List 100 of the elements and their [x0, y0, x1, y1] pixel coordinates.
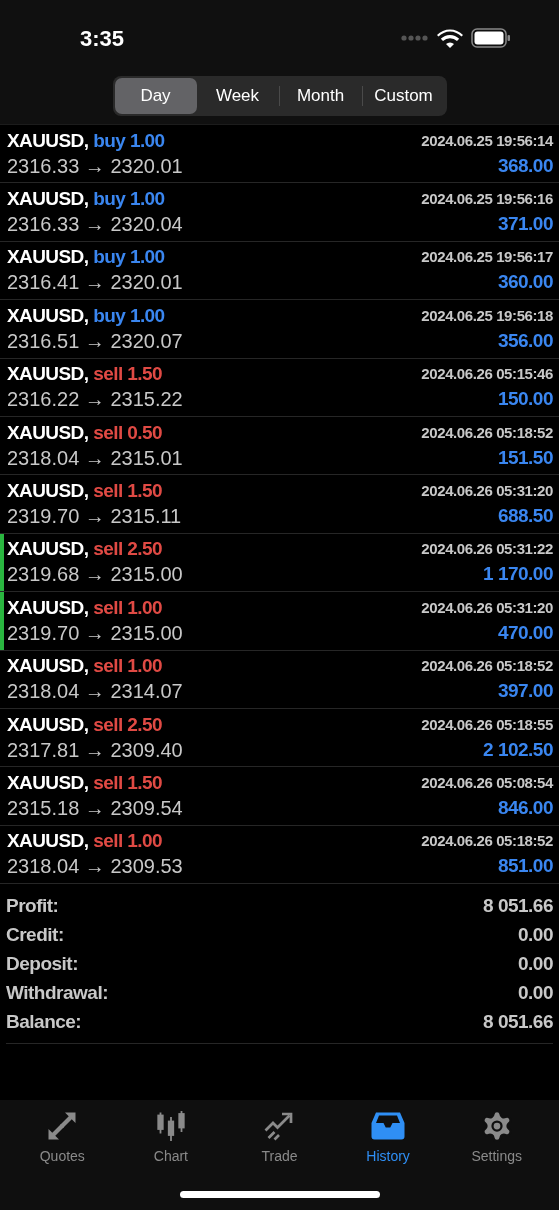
profit-value: 846.00: [497, 796, 553, 820]
deal-time: 2024.06.26 05:31:20: [421, 481, 553, 502]
deal-row[interactable]: XAUUSD, sell 1.50 2024.06.26 05:31:20 2319.70 → 2315.11 688.50: [4, 475, 559, 533]
summary-value: 0.00: [518, 981, 553, 1006]
profit-value: 688.50: [497, 504, 553, 529]
price-range: 2316.41 → 2320.01: [7, 270, 183, 296]
deal-side-label: sell 1.50: [93, 362, 162, 387]
price-range: 2316.33 → 2320.01: [7, 153, 183, 179]
status-time: 3:35: [80, 24, 125, 53]
deal-row[interactable]: XAUUSD, sell 2.50 2024.06.26 05:18:55 2317.81 → 2309.40 2 102.50: [4, 708, 559, 767]
profit-value: 851.00: [497, 854, 553, 879]
deal-time: 2024.06.26 05:18:52: [421, 656, 553, 677]
symbol-label: XAUUSD,: [7, 303, 89, 328]
summary-value: 8 051.66: [483, 894, 553, 919]
deal-row[interactable]: XAUUSD, sell 1.00 2024.06.26 05:18:52 2318.04 → 2309.53 851.00: [4, 825, 559, 884]
summary-value: 0.00: [518, 923, 553, 948]
summary-label: Credit:: [6, 923, 64, 948]
deal-side-label: sell 2.50: [93, 537, 162, 562]
summary-label: Withdrawal:: [6, 981, 108, 1006]
profit-value: 368.00: [497, 153, 553, 178]
deal-side-label: buy 1.00: [93, 128, 165, 153]
deal-side-label: buy 1.00: [93, 187, 165, 212]
deal-time: 2024.06.26 05:18:52: [421, 422, 553, 443]
tab-bar-item[interactable]: Trade: [234, 1108, 325, 1167]
price-range: 2317.81 → 2309.40: [7, 737, 183, 763]
deal-time: 2024.06.25 19:56:16: [421, 189, 553, 210]
price-range: 2319.68 → 2315.00: [7, 562, 183, 588]
profit-value: 356.00: [497, 328, 553, 353]
deal-side-label: sell 1.00: [93, 654, 162, 679]
deal-time: 2024.06.26 05:31:20: [421, 597, 553, 618]
profit-value: 150.00: [497, 387, 553, 412]
tab-bar-item[interactable]: Chart: [125, 1108, 216, 1167]
price-range: 2318.04 → 2315.01: [7, 445, 183, 471]
deal-row[interactable]: XAUUSD, sell 1.50 2024.06.26 05:15:46 2316.22 → 2315.22 150.00: [4, 358, 559, 416]
symbol-label: XAUUSD,: [7, 187, 89, 212]
deal-side-label: buy 1.00: [93, 303, 165, 328]
deal-row[interactable]: XAUUSD, sell 0.50 2024.06.26 05:18:52 2318.04 → 2315.01 151.50: [4, 416, 559, 475]
summary-label: Balance:: [6, 1010, 82, 1035]
deal-row[interactable]: XAUUSD, buy 1.00 2024.06.25 19:56:16 2316.33 → 2320.04 371.00: [4, 183, 559, 241]
profit-value: 360.00: [497, 270, 553, 295]
tab-bar-item[interactable]: Settings: [451, 1108, 542, 1167]
symbol-label: XAUUSD,: [7, 420, 89, 445]
symbol-label: XAUUSD,: [7, 595, 89, 620]
symbol-label: XAUUSD,: [7, 362, 89, 387]
deal-time: 2024.06.25 19:56:14: [421, 130, 553, 151]
symbol-label: XAUUSD,: [7, 654, 89, 679]
symbol-label: XAUUSD,: [7, 245, 89, 270]
deal-side-label: buy 1.00: [93, 245, 165, 270]
deal-time: 2024.06.26 05:15:46: [421, 364, 553, 385]
price-range: 2318.04 → 2314.07: [7, 679, 183, 705]
period-tab[interactable]: Week: [196, 78, 279, 114]
summary-label: Profit:: [6, 894, 59, 919]
profit-value: 397.00: [497, 679, 553, 704]
deal-time: 2024.06.25 19:56:18: [421, 305, 553, 326]
profit-value: 2 102.50: [483, 737, 553, 762]
deal-row[interactable]: XAUUSD, sell 1.00 2024.06.26 05:18:52 2318.04 → 2314.07 397.00: [4, 650, 559, 708]
deal-time: 2024.06.26 05:18:52: [421, 831, 553, 852]
profit-value: 371.00: [497, 212, 553, 237]
price-range: 2319.70 → 2315.00: [7, 620, 183, 646]
summary-value: 0.00: [518, 952, 553, 977]
deal-row[interactable]: XAUUSD, sell 2.50 2024.06.26 05:31:22 2319.68 → 2315.00 1 170.00: [4, 533, 559, 592]
symbol-label: XAUUSD,: [7, 128, 89, 153]
price-range: 2315.18 → 2309.54: [7, 796, 183, 821]
period-tab[interactable]: Custom: [362, 78, 445, 114]
deal-time: 2024.06.26 05:18:55: [421, 714, 553, 735]
deal-row[interactable]: XAUUSD, buy 1.00 2024.06.25 19:56:17 2316.41 → 2320.01 360.00: [4, 241, 559, 300]
period-tab[interactable]: Month: [279, 78, 362, 114]
price-range: 2316.51 → 2320.07: [7, 328, 183, 354]
symbol-label: XAUUSD,: [7, 771, 89, 795]
deal-row[interactable]: XAUUSD, buy 1.00 2024.06.25 19:56:18 2316.51 → 2320.07 356.00: [4, 300, 559, 358]
symbol-label: XAUUSD,: [7, 479, 89, 504]
profit-value: 151.50: [497, 445, 553, 470]
deal-row[interactable]: XAUUSD, sell 1.50 2024.06.26 05:08:54 2315.18 → 2309.54 846.00: [4, 767, 559, 825]
deal-side-label: sell 1.00: [93, 829, 162, 854]
price-range: 2316.22 → 2315.22: [7, 387, 183, 413]
price-range: 2316.33 → 2320.04: [7, 212, 183, 238]
symbol-label: XAUUSD,: [7, 712, 89, 737]
wifi-icon: [437, 28, 463, 48]
period-tab[interactable]: Day: [114, 78, 197, 114]
deal-side-label: sell 1.50: [93, 479, 162, 504]
deal-side-label: sell 1.50: [93, 771, 162, 795]
summary-label: Deposit:: [6, 952, 78, 977]
deal-row[interactable]: XAUUSD, buy 1.00 2024.06.25 19:56:14 2316.33 → 2320.01 368.00: [4, 125, 559, 183]
profit-value: 1 170.00: [483, 562, 553, 587]
deal-side-label: sell 0.50: [93, 420, 162, 445]
deal-side-label: sell 2.50: [93, 712, 162, 737]
deal-time: 2024.06.26 05:08:54: [421, 773, 553, 793]
deal-time: 2024.06.26 05:31:22: [421, 539, 553, 560]
price-range: 2319.70 → 2315.11: [7, 504, 182, 530]
deal-side-label: sell 1.00: [93, 595, 162, 620]
tab-bar-item[interactable]: History: [343, 1108, 434, 1167]
price-range: 2318.04 → 2309.53: [7, 854, 183, 880]
deal-row[interactable]: XAUUSD, sell 1.00 2024.06.26 05:31:20 2319.70 → 2315.00 470.00: [4, 592, 559, 650]
tab-bar-item[interactable]: Quotes: [17, 1108, 108, 1167]
signal-icon: [401, 35, 429, 41]
symbol-label: XAUUSD,: [7, 829, 89, 854]
summary-value: 8 051.66: [483, 1010, 553, 1035]
battery-icon: [471, 28, 511, 48]
deal-time: 2024.06.25 19:56:17: [421, 247, 553, 268]
profit-value: 470.00: [497, 620, 553, 645]
